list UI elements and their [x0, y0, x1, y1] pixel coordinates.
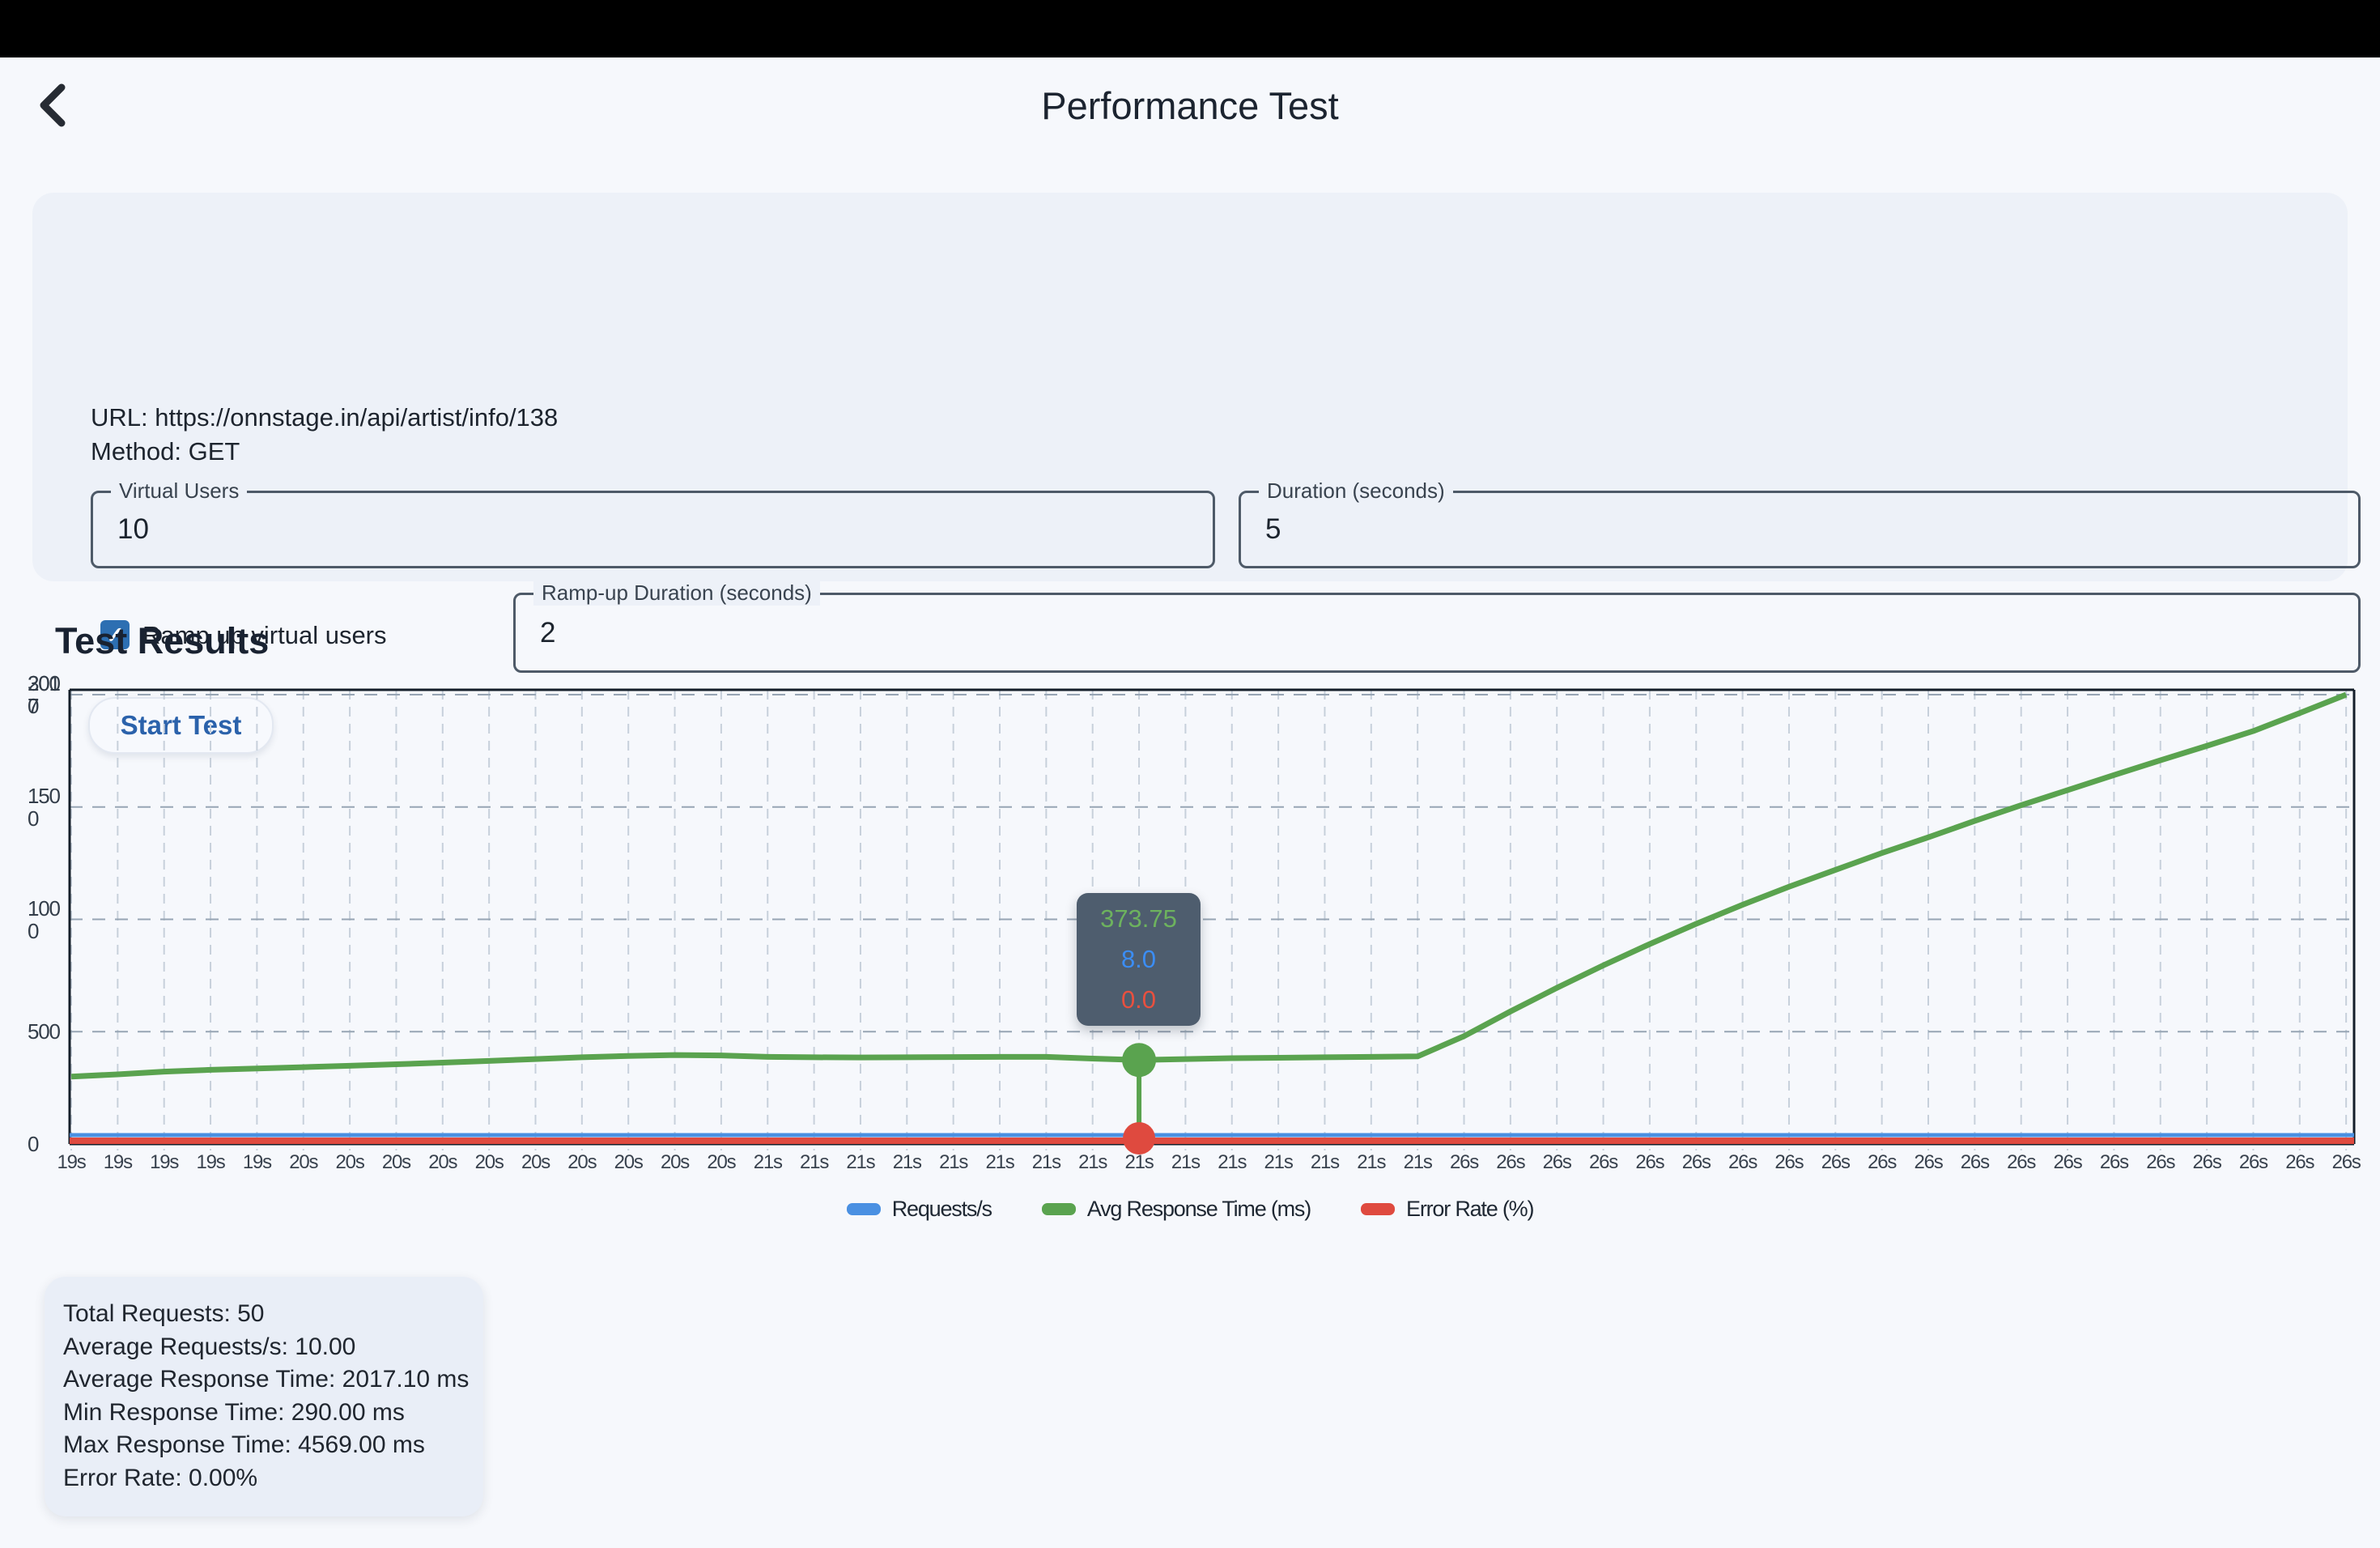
summary-avg-response: Average Response Time: 2017.10 ms [63, 1363, 483, 1397]
error-rate-marker-dot [1123, 1122, 1155, 1155]
summary-min-response: Min Response Time: 290.00 ms [63, 1397, 483, 1430]
y-tick-label: 301 7 [28, 672, 60, 717]
summary-total-requests: Total Requests: 50 [63, 1298, 483, 1331]
summary-error-rate: Error Rate: 0.00% [63, 1462, 483, 1495]
y-tick-label: 500 [28, 1020, 60, 1043]
test-summary-card: Total Requests: 50 Average Requests/s: 1… [45, 1277, 483, 1516]
legend-label-response-time: Avg Response Time (ms) [1087, 1197, 1311, 1222]
legend-item-error-rate[interactable]: Error Rate (%) [1361, 1197, 1533, 1222]
legend-swatch-response-time [1042, 1203, 1076, 1215]
y-tick-label: 0 [28, 1133, 38, 1155]
summary-max-response: Max Response Time: 4569.00 ms [63, 1429, 483, 1462]
tooltip-error-value: 0.0 [1121, 985, 1156, 1014]
legend-swatch-error-rate [1361, 1203, 1395, 1215]
chart-legend: Requests/s Avg Response Time (ms) Error … [0, 1197, 2380, 1222]
response-time-marker-dot [1122, 1043, 1156, 1077]
y-tick-label: 100 0 [28, 897, 60, 942]
performance-test-screen: Performance Test URL: https://onnstage.i… [0, 0, 2380, 1548]
x-tick-label: 26s [2317, 1151, 2375, 1174]
legend-item-requests[interactable]: Requests/s [847, 1197, 992, 1222]
y-tick-label: 150 0 [28, 785, 60, 830]
legend-swatch-requests [847, 1203, 881, 1215]
chart-tooltip: 373.75 8.0 0.0 [1077, 893, 1201, 1026]
legend-label-requests: Requests/s [892, 1197, 992, 1222]
legend-label-error-rate: Error Rate (%) [1406, 1197, 1533, 1222]
tooltip-response-value: 373.75 [1100, 904, 1177, 933]
tooltip-requests-value: 8.0 [1121, 945, 1156, 974]
summary-avg-requests: Average Requests/s: 10.00 [63, 1331, 483, 1364]
legend-item-response-time[interactable]: Avg Response Time (ms) [1042, 1197, 1311, 1222]
